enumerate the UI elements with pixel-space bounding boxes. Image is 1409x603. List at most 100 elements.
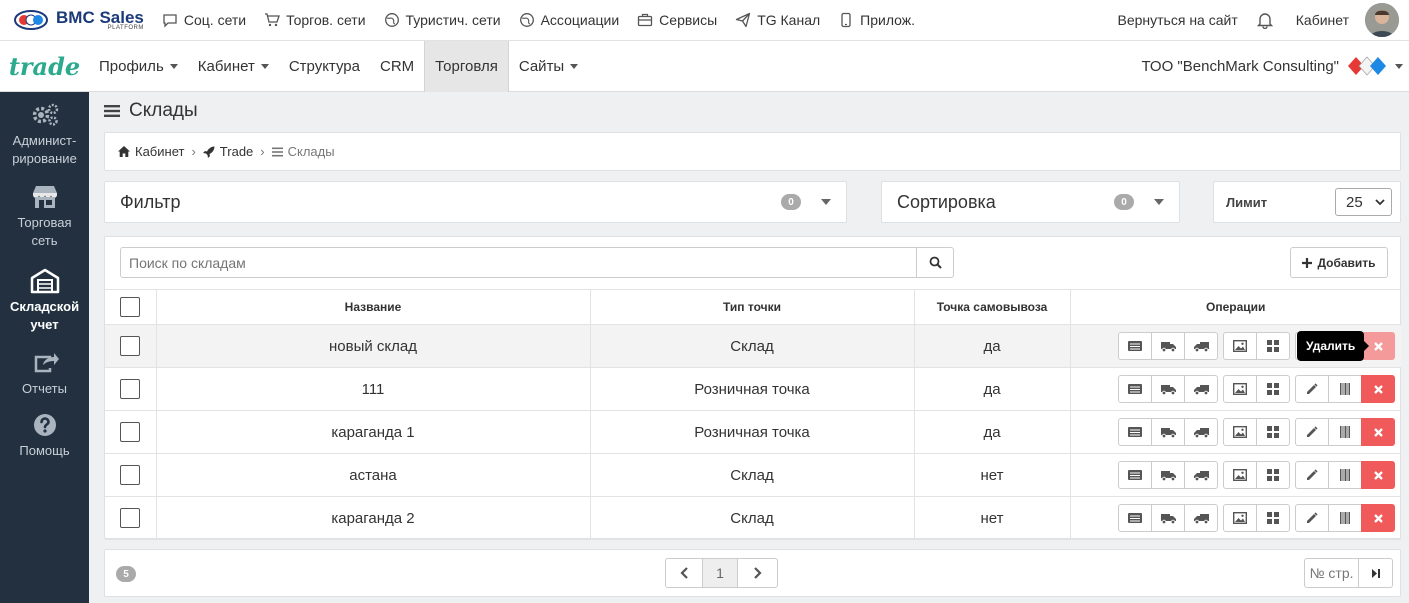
breadcrumb-trade[interactable]: Trade bbox=[220, 144, 253, 159]
cell-pickup: нет bbox=[914, 453, 1071, 497]
company-selector[interactable]: ТОО "BenchMark Consulting" bbox=[1141, 55, 1403, 77]
details-button[interactable] bbox=[1118, 332, 1152, 360]
edit-button[interactable] bbox=[1295, 461, 1329, 489]
barcode-button[interactable] bbox=[1328, 375, 1362, 403]
nav-cabinet[interactable]: Кабинет bbox=[188, 41, 279, 92]
prev-page-button[interactable] bbox=[665, 558, 703, 588]
edit-button[interactable] bbox=[1295, 504, 1329, 532]
top-link-tg-channel[interactable]: TG Канал bbox=[735, 12, 820, 28]
nav-crm[interactable]: CRM bbox=[370, 41, 424, 92]
nav-profile[interactable]: Профиль bbox=[89, 41, 188, 92]
transfer-button[interactable] bbox=[1184, 504, 1218, 532]
nav-label: Торговля bbox=[435, 57, 498, 75]
transfer-button[interactable] bbox=[1184, 418, 1218, 446]
caret-down-icon bbox=[570, 63, 579, 69]
add-button[interactable]: Добавить bbox=[1290, 247, 1388, 278]
cell-type: Склад bbox=[590, 453, 915, 497]
table-row[interactable]: караганда 2 Склад нет bbox=[105, 496, 1401, 540]
row-checkbox[interactable] bbox=[120, 336, 141, 356]
barcode-button[interactable] bbox=[1328, 418, 1362, 446]
incoming-button[interactable] bbox=[1151, 504, 1185, 532]
nav-structure[interactable]: Структура bbox=[279, 41, 370, 92]
top-link-associations[interactable]: Ассоциации bbox=[519, 12, 619, 28]
barcode-button[interactable] bbox=[1328, 504, 1362, 532]
header-name[interactable]: Название bbox=[156, 289, 591, 325]
table-row[interactable]: астана Склад нет bbox=[105, 453, 1401, 497]
cabinet-link[interactable]: Кабинет bbox=[1296, 12, 1349, 28]
table-row[interactable]: 111 Розничная точка да bbox=[105, 367, 1401, 411]
filter-panel[interactable]: Фильтр 0 bbox=[104, 181, 847, 223]
layout-button[interactable] bbox=[1256, 461, 1290, 489]
select-all-checkbox[interactable] bbox=[120, 297, 141, 317]
go-to-page-button[interactable] bbox=[1358, 558, 1393, 588]
edit-button[interactable] bbox=[1295, 375, 1329, 403]
sort-panel[interactable]: Сортировка 0 bbox=[881, 181, 1180, 223]
sidebar-item-help[interactable]: Помощь bbox=[0, 398, 89, 460]
bell-icon[interactable] bbox=[1256, 11, 1274, 29]
top-link-social[interactable]: Соц. сети bbox=[162, 12, 246, 28]
transfer-button[interactable] bbox=[1184, 332, 1218, 360]
top-link-tourism[interactable]: Туристич. сети bbox=[384, 12, 501, 28]
images-button[interactable] bbox=[1223, 461, 1257, 489]
delete-button[interactable] bbox=[1361, 375, 1395, 403]
current-page[interactable]: 1 bbox=[702, 558, 738, 588]
details-button[interactable] bbox=[1118, 461, 1152, 489]
layout-button[interactable] bbox=[1256, 375, 1290, 403]
layout-button[interactable] bbox=[1256, 418, 1290, 446]
delete-button[interactable] bbox=[1361, 418, 1395, 446]
bmc-logo[interactable]: BMC Sales PLATFORM bbox=[14, 9, 144, 31]
images-button[interactable] bbox=[1223, 504, 1257, 532]
barcode-button[interactable] bbox=[1328, 461, 1362, 489]
images-button[interactable] bbox=[1223, 418, 1257, 446]
table-row[interactable]: новый склад Склад да bbox=[105, 324, 1401, 368]
layout-button[interactable] bbox=[1256, 504, 1290, 532]
transfer-button[interactable] bbox=[1184, 375, 1218, 403]
row-checkbox[interactable] bbox=[120, 422, 141, 442]
details-button[interactable] bbox=[1118, 504, 1152, 532]
user-avatar[interactable] bbox=[1365, 3, 1399, 37]
images-button[interactable] bbox=[1223, 332, 1257, 360]
table-row[interactable]: караганда 1 Розничная точка да bbox=[105, 410, 1401, 454]
nav-trade[interactable]: Торговля bbox=[424, 40, 509, 92]
next-page-button[interactable] bbox=[737, 558, 778, 588]
details-button[interactable] bbox=[1118, 375, 1152, 403]
limit-select[interactable]: 25 bbox=[1335, 188, 1392, 216]
incoming-button[interactable] bbox=[1151, 418, 1185, 446]
sidebar-item-trade-network[interactable]: Торговая сеть bbox=[0, 168, 89, 250]
row-checkbox[interactable] bbox=[120, 465, 141, 485]
header-type[interactable]: Тип точки bbox=[590, 289, 915, 325]
truck-icon bbox=[1160, 384, 1176, 395]
delete-button[interactable] bbox=[1361, 504, 1395, 532]
row-checkbox[interactable] bbox=[120, 379, 141, 399]
header-pickup[interactable]: Точка самовывоза bbox=[914, 289, 1071, 325]
top-link-trade-networks[interactable]: Торгов. сети bbox=[264, 12, 366, 28]
limit-label: Лимит bbox=[1226, 194, 1268, 210]
cell-operations bbox=[1070, 453, 1401, 497]
nav-sites[interactable]: Сайты bbox=[509, 41, 588, 92]
incoming-button[interactable] bbox=[1151, 332, 1185, 360]
images-button[interactable] bbox=[1223, 375, 1257, 403]
sidebar-item-reports[interactable]: Отчеты bbox=[0, 334, 89, 398]
chat-icon bbox=[163, 14, 177, 28]
row-select-cell bbox=[105, 367, 157, 411]
row-checkbox[interactable] bbox=[120, 508, 141, 528]
sidebar-item-admin[interactable]: Админист-рирование bbox=[0, 92, 89, 168]
layout-button[interactable] bbox=[1256, 332, 1290, 360]
transfer-button[interactable] bbox=[1184, 461, 1218, 489]
incoming-button[interactable] bbox=[1151, 461, 1185, 489]
sidebar-item-warehouse[interactable]: Складской учет bbox=[0, 250, 89, 334]
details-button[interactable] bbox=[1118, 418, 1152, 446]
search-button[interactable] bbox=[916, 248, 953, 277]
page-number-input[interactable]: № стр. bbox=[1304, 558, 1359, 588]
avatar-image bbox=[1365, 3, 1399, 37]
breadcrumb-cabinet[interactable]: Кабинет bbox=[135, 144, 184, 159]
trade-brand[interactable]: trade bbox=[0, 41, 89, 92]
top-link-services[interactable]: Сервисы bbox=[637, 12, 717, 28]
cell-pickup: нет bbox=[914, 496, 1071, 540]
top-link-apps[interactable]: Прилож. bbox=[838, 12, 915, 28]
search-input[interactable] bbox=[121, 248, 916, 277]
delete-button[interactable] bbox=[1361, 461, 1395, 489]
incoming-button[interactable] bbox=[1151, 375, 1185, 403]
back-to-site-link[interactable]: Вернуться на сайт bbox=[1118, 12, 1238, 28]
edit-button[interactable] bbox=[1295, 418, 1329, 446]
